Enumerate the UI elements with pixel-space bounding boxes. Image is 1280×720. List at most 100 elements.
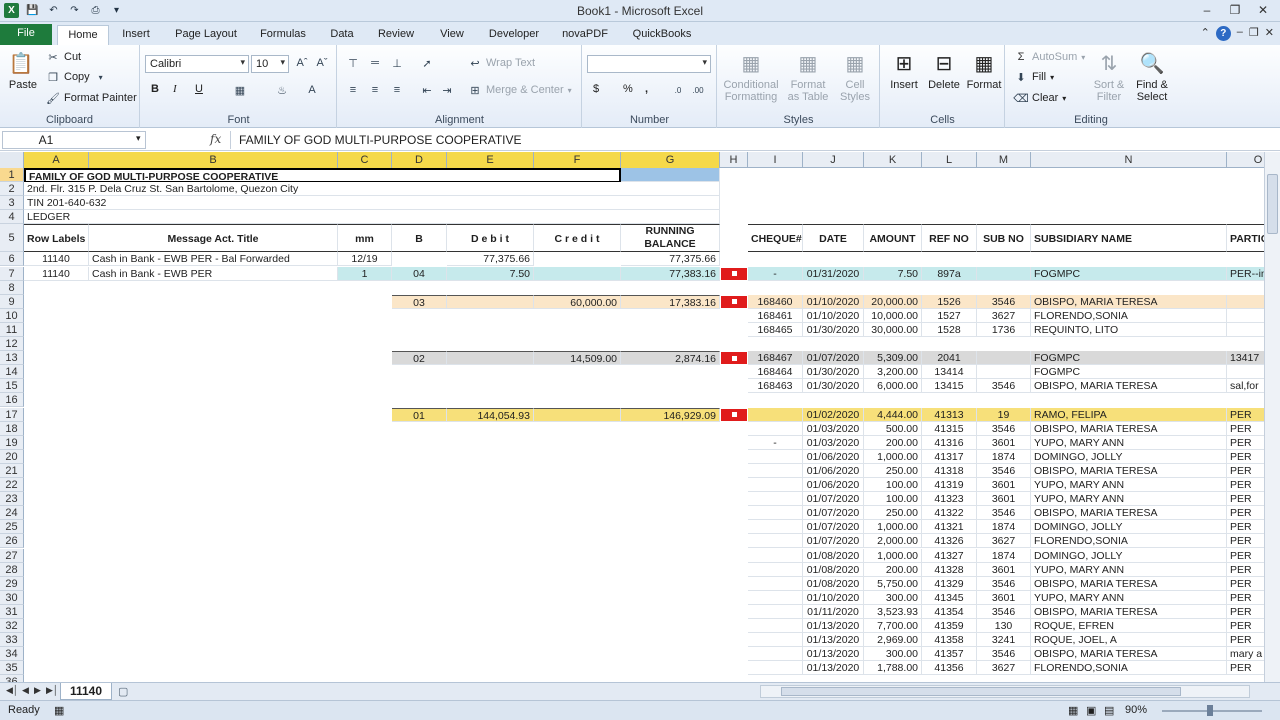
shrink-font-button[interactable]: Aˇ [315, 56, 329, 70]
cell[interactable]: 3546 [977, 576, 1031, 591]
cell[interactable]: - [748, 435, 803, 450]
cell[interactable]: 14,509.00 [534, 351, 621, 366]
cell[interactable]: 13415 [922, 379, 977, 394]
cell[interactable]: 41316 [922, 435, 977, 450]
row-header[interactable]: 1 [0, 168, 24, 183]
row-header[interactable]: 4 [0, 210, 24, 225]
row-header[interactable]: 26 [0, 534, 24, 549]
cell[interactable]: 01/30/2020 [803, 322, 864, 337]
cell[interactable]: 1527 [922, 308, 977, 323]
grow-font-button[interactable]: Aˆ [295, 56, 309, 70]
cell[interactable]: FLORENDO,SONIA [1031, 661, 1227, 676]
cell[interactable]: Row Labels [24, 224, 89, 253]
cell[interactable]: YUPO, MARY ANN [1031, 435, 1227, 450]
row-header[interactable]: 35 [0, 661, 24, 676]
cell[interactable]: PER [1227, 534, 1264, 549]
delete-cells-button[interactable]: ⊟ Delete [925, 49, 963, 91]
cell[interactable]: 01/06/2020 [803, 478, 864, 493]
cell[interactable]: 168465 [748, 322, 803, 337]
cell[interactable]: PER [1227, 464, 1264, 478]
cell[interactable]: 01 [392, 407, 447, 422]
cell[interactable]: PER [1227, 549, 1264, 563]
restore-button[interactable]: ❐ [1222, 1, 1248, 19]
cell[interactable] [748, 619, 803, 634]
cell[interactable]: 11140 [24, 266, 89, 281]
row-header[interactable]: 21 [0, 463, 24, 478]
cell[interactable]: 3546 [977, 604, 1031, 619]
paste-button[interactable]: 📋 Paste [6, 49, 40, 91]
cell[interactable]: 3601 [977, 562, 1031, 577]
autosum-button[interactable]: Σ AutoSum ▾ [1014, 50, 1086, 64]
cell[interactable] [621, 168, 720, 183]
row-header[interactable]: 36 [0, 675, 24, 682]
cell[interactable]: 41329 [922, 576, 977, 591]
font-name-combo[interactable]: Calibri ▾ [145, 55, 249, 73]
cell[interactable]: 04 [392, 266, 447, 281]
cell[interactable]: 01/03/2020 [803, 435, 864, 450]
row-header[interactable]: 31 [0, 604, 24, 619]
cell[interactable]: 3601 [977, 590, 1031, 605]
cell[interactable]: ROQUE, EFREN [1031, 619, 1227, 634]
cell[interactable]: 3546 [977, 294, 1031, 309]
workbook-minimize-icon[interactable]: – [1237, 26, 1243, 41]
cell[interactable] [977, 351, 1031, 366]
cell[interactable]: 20,000.00 [864, 294, 922, 309]
clear-button[interactable]: ⌫ Clear ▾ [1013, 91, 1066, 105]
cell[interactable]: 77,383.16 [621, 266, 720, 281]
cell[interactable]: 01/08/2020 [803, 576, 864, 591]
cell[interactable]: PER [1227, 478, 1264, 493]
cell[interactable] [534, 266, 621, 281]
cell[interactable]: 19 [977, 407, 1031, 422]
row-header[interactable]: 30 [0, 590, 24, 605]
cell[interactable]: 168460 [748, 294, 803, 309]
top-align-button[interactable]: ⊤ [346, 56, 360, 70]
cell[interactable] [748, 590, 803, 605]
comma-button[interactable]: , [645, 83, 648, 95]
cell[interactable] [534, 407, 621, 422]
cell[interactable]: REQUINTO, LITO [1031, 322, 1227, 337]
cell[interactable]: PER [1227, 422, 1264, 436]
cell[interactable]: 12/19 [338, 252, 392, 267]
cell[interactable]: 41313 [922, 407, 977, 422]
cell[interactable]: 2041 [922, 351, 977, 366]
cell[interactable]: 41317 [922, 449, 977, 464]
cell[interactable]: 01/11/2020 [803, 604, 864, 619]
cell[interactable]: SUB NO [977, 224, 1031, 253]
wrap-text-button[interactable]: ↩ Wrap Text [468, 56, 535, 70]
cell[interactable]: 11140 [24, 252, 89, 267]
cell[interactable]: 3546 [977, 421, 1031, 436]
cell[interactable]: 30,000.00 [864, 322, 922, 337]
cell[interactable]: PER [1227, 591, 1264, 605]
cell[interactable]: 01/07/2020 [803, 520, 864, 535]
cell[interactable]: 3,200.00 [864, 365, 922, 380]
normal-view-icon[interactable]: ▦ [1068, 704, 1078, 717]
cell[interactable]: 01/10/2020 [803, 590, 864, 605]
cell[interactable]: DOMINGO, JOLLY [1031, 449, 1227, 464]
cell[interactable]: 13414 [922, 365, 977, 380]
decrease-indent-button[interactable]: ⇤ [420, 83, 434, 97]
cell[interactable]: 1736 [977, 322, 1031, 337]
orientation-button[interactable]: ➚ [420, 56, 434, 70]
insert-sheet-icon[interactable]: ▢ [118, 685, 128, 698]
cell[interactable] [977, 365, 1031, 380]
cell[interactable]: 17,383.16 [621, 294, 720, 309]
cell[interactable]: mary a [1227, 647, 1264, 662]
percent-button[interactable]: % [623, 83, 633, 95]
cell[interactable]: PER [1227, 492, 1264, 507]
horizontal-scrollbar[interactable] [760, 685, 1250, 698]
cell[interactable]: AMOUNT [864, 224, 922, 253]
copy-button[interactable]: ❐ Copy ▾ [46, 70, 108, 84]
cell[interactable]: YUPO, MARY ANN [1031, 590, 1227, 605]
row-header[interactable]: 6 [0, 252, 24, 267]
number-format-combo[interactable]: ▾ [587, 55, 711, 73]
name-box[interactable]: A1 [2, 131, 146, 149]
merge-center-button[interactable]: ⊞ Merge & Center ▾ [468, 83, 571, 97]
cell[interactable]: 1874 [977, 520, 1031, 535]
cell[interactable]: FLORENDO,SONIA [1031, 308, 1227, 323]
currency-button[interactable]: $ [593, 83, 599, 95]
cell[interactable]: 01/13/2020 [803, 619, 864, 634]
cell[interactable]: 100.00 [864, 478, 922, 493]
cell[interactable]: 5,309.00 [864, 351, 922, 366]
cell[interactable]: 7.50 [864, 266, 922, 281]
cell[interactable]: 41323 [922, 492, 977, 507]
